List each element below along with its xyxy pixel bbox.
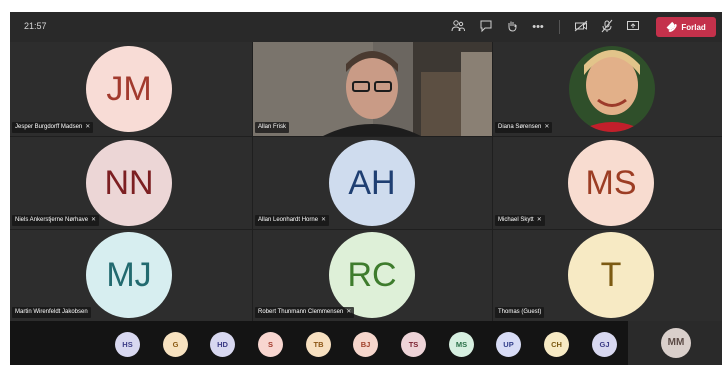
overflow-avatar[interactable]: G <box>163 332 188 357</box>
people-icon[interactable] <box>450 19 466 35</box>
mic-muted-icon: ✕ <box>544 124 550 130</box>
meeting-toolbar: 21:57 ••• ☎ Forlad <box>10 12 722 42</box>
participant-name-label: Allan Frisk <box>255 122 290 133</box>
toolbar-divider <box>559 20 560 34</box>
participant-name: Jesper Burgdorff Madsen <box>15 124 83 130</box>
participant-tile[interactable]: Diana Sørensen ✕ <box>493 42 722 136</box>
overflow-avatar[interactable]: GJ <box>592 332 617 357</box>
participant-name-label: Michael Skytt ✕ <box>495 215 545 226</box>
participant-photo <box>569 46 655 132</box>
participant-name: Niels Ankerstjerne Nørhave <box>15 217 89 223</box>
mic-muted-icon: ✕ <box>536 217 542 223</box>
mic-off-icon[interactable] <box>599 19 615 35</box>
participant-name-label: Thomas (Guest) <box>495 307 545 318</box>
participant-tile[interactable]: NN Niels Ankerstjerne Nørhave ✕ <box>10 137 252 229</box>
participant-name-label: Martin Wirenfeldt Jakobsen <box>12 307 91 318</box>
overflow-avatar[interactable]: S <box>258 332 283 357</box>
mic-muted-icon: ✕ <box>346 309 352 315</box>
overflow-avatar[interactable]: HS <box>115 332 140 357</box>
participant-tile[interactable]: AH Allan Leonhardt Horne ✕ <box>253 137 492 229</box>
avatar: MS <box>568 140 654 226</box>
participant-name: Thomas (Guest) <box>498 309 542 315</box>
overflow-participants-bar: HS G HD S TB BJ TS MS UP CH GJ MM <box>10 321 722 365</box>
overflow-avatar[interactable]: TB <box>306 332 331 357</box>
mic-muted-icon: ✕ <box>321 217 327 223</box>
participant-grid: JM Jesper Burgdorff Madsen✕ Allan Frisk <box>10 42 722 321</box>
participant-name: Allan Leonhardt Horne <box>258 217 319 223</box>
overflow-avatar[interactable]: TS <box>401 332 426 357</box>
raise-hand-icon[interactable] <box>504 19 520 35</box>
overflow-avatar[interactable]: BJ <box>353 332 378 357</box>
avatar: NN <box>86 140 172 226</box>
participant-name: Diana Sørensen <box>498 124 542 130</box>
leave-button-label: Forlad <box>681 23 706 32</box>
participant-name-label: Jesper Burgdorff Madsen ✕ <box>12 122 94 133</box>
participant-name-label: Robert Thunmann Clemmensen ✕ <box>255 307 355 318</box>
avatar: RC <box>329 232 415 318</box>
avatar: AH <box>329 140 415 226</box>
participant-tile[interactable]: MS Michael Skytt ✕ <box>493 137 722 229</box>
overflow-avatar[interactable]: HD <box>210 332 235 357</box>
participant-tile[interactable]: RC Robert Thunmann Clemmensen ✕ <box>253 230 492 321</box>
participant-tile[interactable]: JM Jesper Burgdorff Madsen ✕ <box>10 42 252 136</box>
participant-name-label: Diana Sørensen ✕ <box>495 122 553 133</box>
avatar: JM <box>86 46 172 132</box>
mic-muted-icon: ✕ <box>85 124 91 130</box>
self-preview[interactable]: MM <box>628 321 722 365</box>
share-screen-icon[interactable] <box>625 19 641 35</box>
leave-button[interactable]: ☎ Forlad <box>656 17 716 37</box>
participant-name: Michael Skytt <box>498 217 534 223</box>
participant-video-tile[interactable]: Allan Frisk <box>253 42 492 136</box>
self-avatar: MM <box>661 328 691 358</box>
avatar: MJ <box>86 232 172 318</box>
mic-muted-icon: ✕ <box>91 217 97 223</box>
more-icon[interactable]: ••• <box>530 19 546 35</box>
participant-tile[interactable]: MJ Martin Wirenfeldt Jakobsen <box>10 230 252 321</box>
meeting-timer: 21:57 <box>24 21 47 31</box>
overflow-avatar[interactable]: CH <box>544 332 569 357</box>
camera-off-icon[interactable] <box>573 19 589 35</box>
participant-tile[interactable]: T Thomas (Guest) <box>493 230 722 321</box>
avatar: T <box>568 232 654 318</box>
chat-icon[interactable] <box>478 19 494 35</box>
participant-name-label: Niels Ankerstjerne Nørhave ✕ <box>12 215 100 226</box>
teams-meeting-window: 21:57 ••• ☎ Forlad JM Jesper Burgdorff Ma… <box>10 12 722 365</box>
overflow-avatar[interactable]: MS <box>449 332 474 357</box>
participant-name: Martin Wirenfeldt Jakobsen <box>15 309 88 315</box>
overflow-avatar[interactable]: UP <box>496 332 521 357</box>
participant-name-label: Allan Leonhardt Horne ✕ <box>255 215 330 226</box>
participant-name: Allan Frisk <box>258 124 287 130</box>
phone-icon: ☎ <box>664 19 680 35</box>
participant-name: Robert Thunmann Clemmensen <box>258 309 344 315</box>
